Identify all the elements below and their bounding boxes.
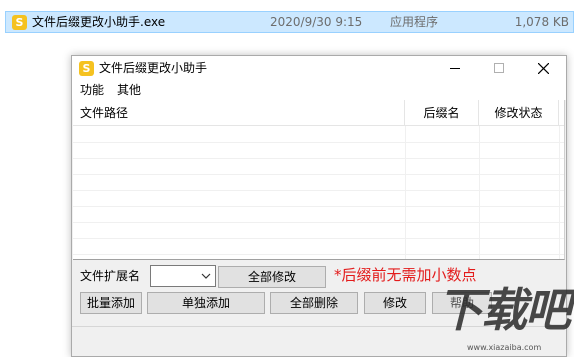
grid-row-line	[73, 158, 564, 159]
window-app-icon: S	[79, 61, 94, 76]
minimize-button[interactable]	[432, 56, 478, 80]
selected-file-row[interactable]: S 文件后缀更改小助手.exe 2020/9/30 9:15 应用程序 1,07…	[5, 11, 574, 33]
app-window: S 文件后缀更改小助手 功能 其他 文件路径 后缀名 修改状态 文件扩展名 全部…	[71, 55, 567, 357]
grid-row-line	[73, 254, 564, 255]
grid-column-line	[559, 126, 560, 259]
file-size: 1,078 KB	[514, 15, 569, 29]
extension-label: 文件扩展名	[80, 269, 141, 283]
grid-row-line	[73, 174, 564, 175]
menu-other[interactable]: 其他	[117, 83, 141, 97]
window-title: 文件后缀更改小助手	[99, 61, 208, 75]
extension-hint: *后缀前无需加小数点	[334, 266, 477, 284]
batch-add-button[interactable]: 批量添加	[80, 292, 142, 314]
modify-all-button[interactable]: 全部修改	[218, 266, 326, 288]
delete-all-button[interactable]: 全部删除	[270, 292, 358, 314]
help-button[interactable]: 帮助	[432, 292, 492, 314]
grid-row-line	[73, 142, 564, 143]
single-add-button[interactable]: 单独添加	[147, 292, 265, 314]
title-bar[interactable]: S 文件后缀更改小助手	[72, 56, 566, 80]
list-header: 文件路径 后缀名 修改状态	[73, 100, 564, 126]
file-type: 应用程序	[390, 15, 439, 29]
grid-row-line	[73, 222, 564, 223]
grid-column-line	[405, 126, 406, 259]
app-icon: S	[12, 15, 27, 30]
column-file-path[interactable]: 文件路径	[73, 100, 405, 126]
close-icon	[537, 62, 549, 74]
grid-row-line	[73, 190, 564, 191]
menu-function[interactable]: 功能	[80, 83, 104, 97]
column-status[interactable]: 修改状态	[479, 100, 559, 126]
file-list[interactable]: 文件路径 后缀名 修改状态	[73, 100, 565, 260]
chevron-down-icon	[201, 273, 211, 279]
extension-select[interactable]	[150, 265, 216, 287]
close-button[interactable]	[520, 56, 566, 80]
status-bar	[72, 326, 566, 356]
maximize-button[interactable]	[476, 56, 522, 80]
file-date: 2020/9/30 9:15	[270, 15, 363, 29]
maximize-icon	[494, 63, 504, 73]
column-extension[interactable]: 后缀名	[405, 100, 479, 126]
grid-row-line	[73, 206, 564, 207]
file-name: 文件后缀更改小助手.exe	[32, 15, 166, 29]
modify-button[interactable]: 修改	[364, 292, 426, 314]
grid-column-line	[479, 126, 480, 259]
grid-row-line	[73, 238, 564, 239]
menu-bar: 功能 其他	[72, 80, 566, 100]
minimize-icon	[450, 68, 460, 69]
